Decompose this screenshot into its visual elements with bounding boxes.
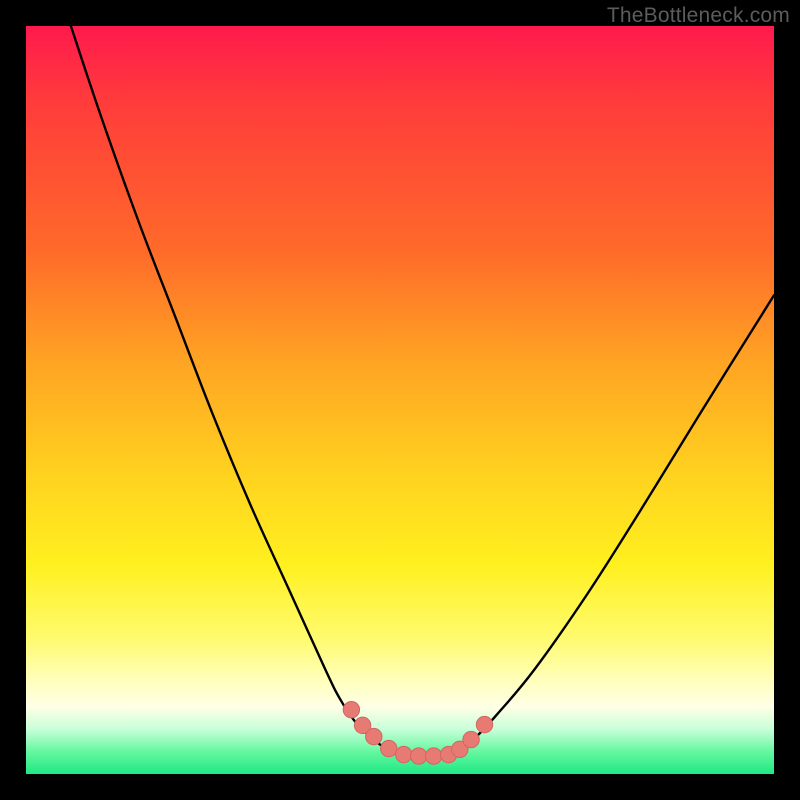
highlight-marker [343, 701, 359, 717]
highlight-marker [396, 746, 412, 762]
chart-svg [26, 26, 774, 774]
highlight-marker [411, 748, 427, 764]
highlight-marker [476, 716, 492, 732]
highlight-marker [425, 748, 441, 764]
highlight-marker [366, 728, 382, 744]
bottleneck-curve [71, 26, 774, 756]
plot-area [26, 26, 774, 774]
curve-layer [71, 26, 774, 756]
highlight-marker [381, 740, 397, 756]
attribution-label: TheBottleneck.com [607, 4, 790, 28]
chart-frame: TheBottleneck.com [0, 0, 800, 800]
marker-layer [343, 701, 493, 764]
highlight-marker [463, 731, 479, 747]
